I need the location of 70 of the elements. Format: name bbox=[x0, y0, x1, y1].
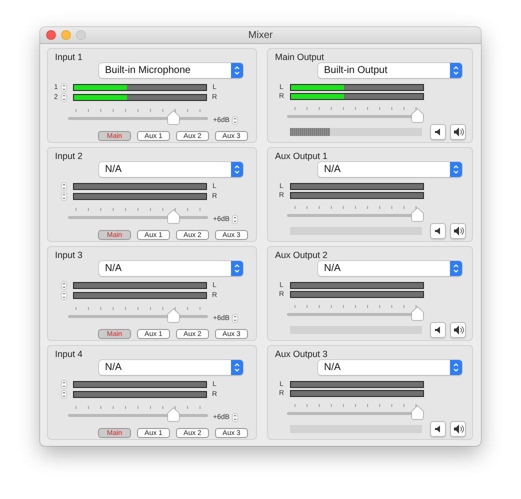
slider-thumb[interactable] bbox=[411, 207, 424, 222]
stepper[interactable] bbox=[61, 281, 67, 290]
slider-track[interactable] bbox=[68, 208, 208, 224]
panel-title: Input 1 bbox=[54, 51, 84, 63]
slider-thumb[interactable] bbox=[167, 406, 180, 422]
speaker-loud-icon bbox=[452, 325, 464, 335]
volume-down-button[interactable] bbox=[430, 421, 446, 437]
volume-down-button[interactable] bbox=[430, 223, 446, 239]
slider-thumb[interactable] bbox=[411, 405, 424, 420]
stepper[interactable] bbox=[61, 93, 67, 102]
chevron-icon bbox=[450, 63, 462, 78]
chevron-icon bbox=[231, 63, 243, 78]
panel-title: Input 4 bbox=[54, 348, 84, 360]
slider-track[interactable] bbox=[287, 207, 424, 222]
chevron-icon bbox=[450, 261, 462, 276]
window-title: Mixer bbox=[248, 30, 273, 40]
device-popup[interactable]: Built-in Microphone bbox=[99, 63, 243, 78]
device-popup[interactable]: N/A bbox=[318, 162, 462, 177]
slider-track[interactable] bbox=[287, 405, 424, 420]
close-button[interactable] bbox=[46, 30, 56, 40]
volume-up-button[interactable] bbox=[450, 223, 466, 239]
slider-track[interactable] bbox=[68, 110, 208, 124]
stepper[interactable] bbox=[232, 314, 238, 323]
stepper[interactable] bbox=[61, 192, 67, 201]
chevron-icon bbox=[231, 162, 243, 177]
volume-up-button[interactable] bbox=[450, 322, 466, 338]
device-popup[interactable]: N/A bbox=[99, 162, 243, 177]
stepper[interactable] bbox=[232, 116, 238, 125]
stepper[interactable] bbox=[232, 413, 238, 422]
slider-thumb[interactable] bbox=[167, 208, 180, 224]
volume-down-button[interactable] bbox=[430, 124, 446, 140]
slider-thumb[interactable] bbox=[167, 110, 180, 124]
volume-up-button[interactable] bbox=[450, 421, 466, 437]
volume-down-button[interactable] bbox=[430, 322, 446, 338]
panel-title: Aux Output 2 bbox=[274, 249, 329, 261]
stepper[interactable] bbox=[61, 291, 67, 300]
device-popup[interactable]: N/A bbox=[99, 360, 243, 375]
stepper[interactable] bbox=[61, 380, 67, 389]
speaker-icon bbox=[434, 425, 442, 433]
panel-title: Input 3 bbox=[54, 249, 84, 261]
device-popup[interactable]: Built-in Output bbox=[318, 63, 462, 78]
speaker-icon bbox=[434, 128, 442, 136]
stepper[interactable] bbox=[232, 215, 238, 224]
speaker-loud-icon bbox=[452, 424, 464, 434]
stepper[interactable] bbox=[61, 182, 67, 191]
slider-thumb[interactable] bbox=[167, 308, 180, 322]
speaker-icon bbox=[434, 326, 442, 334]
volume-up-button[interactable] bbox=[450, 124, 466, 140]
chevron-icon bbox=[231, 360, 243, 375]
speaker-loud-icon bbox=[452, 226, 464, 236]
speaker-loud-icon bbox=[452, 127, 464, 137]
stepper[interactable] bbox=[61, 83, 67, 92]
slider-track[interactable] bbox=[68, 308, 208, 322]
device-popup[interactable]: N/A bbox=[318, 261, 462, 276]
panel-title: Input 2 bbox=[54, 150, 84, 162]
slider-track[interactable] bbox=[287, 306, 424, 321]
panel-title: Aux Output 1 bbox=[274, 150, 329, 162]
chevron-icon bbox=[450, 162, 462, 177]
chevron-icon bbox=[450, 360, 462, 375]
device-popup[interactable]: N/A bbox=[318, 360, 462, 375]
device-popup[interactable]: N/A bbox=[99, 261, 243, 276]
panel-title: Main Output bbox=[274, 51, 326, 63]
slider-track[interactable] bbox=[287, 108, 424, 123]
slider-track[interactable] bbox=[68, 406, 208, 422]
chevron-icon bbox=[231, 261, 243, 276]
slider-thumb[interactable] bbox=[411, 108, 424, 123]
panel-title: Aux Output 3 bbox=[274, 348, 329, 360]
stepper[interactable] bbox=[61, 390, 67, 399]
speaker-icon bbox=[434, 227, 442, 235]
slider-thumb[interactable] bbox=[411, 306, 424, 321]
